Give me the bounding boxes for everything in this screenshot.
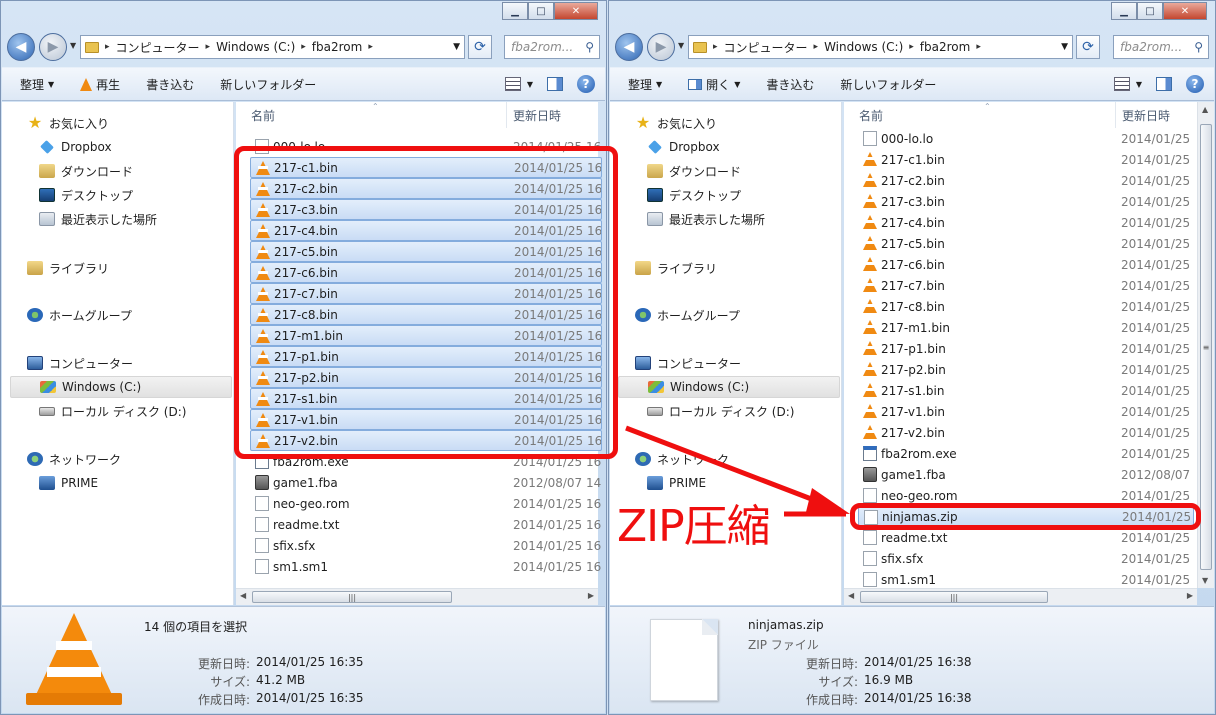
annotation-arrow [625, 425, 850, 517]
annotation-label: ZIP圧縮 [617, 501, 771, 552]
